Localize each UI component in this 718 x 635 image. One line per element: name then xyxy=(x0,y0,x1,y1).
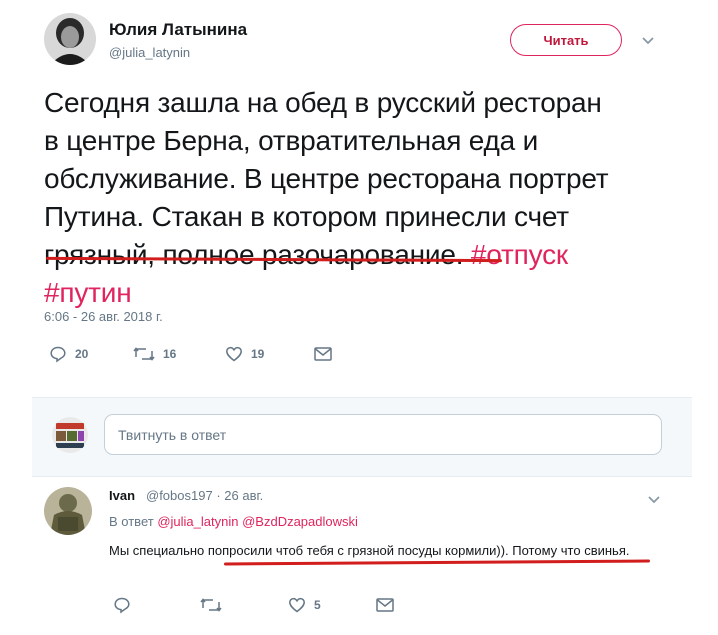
annotation-underline xyxy=(223,559,651,566)
heart-icon xyxy=(289,597,305,613)
current-user-avatar[interactable] xyxy=(52,417,88,453)
retweet-button[interactable]: 16 xyxy=(133,345,176,363)
retweet-count: 16 xyxy=(163,347,177,361)
envelope-icon xyxy=(314,347,332,361)
direct-message-button[interactable] xyxy=(313,345,341,363)
retweet-icon xyxy=(200,598,222,612)
reply-to-prefix: В ответ xyxy=(109,514,154,529)
reply-icon xyxy=(50,346,66,363)
reply-count: 20 xyxy=(75,347,89,361)
like-count: 19 xyxy=(251,347,265,361)
author-avatar[interactable] xyxy=(44,13,96,65)
reply-input[interactable]: Твитнуть в ответ xyxy=(104,414,662,455)
author-handle[interactable]: @julia_latynin xyxy=(109,45,190,60)
comment-text: Мы специально попросили чтоб тебя с гряз… xyxy=(109,543,630,558)
envelope-icon xyxy=(376,598,394,612)
author-name[interactable]: Юлия Латынина xyxy=(109,20,247,40)
tweet-text-line: грязный, полное разочарование. xyxy=(44,239,464,270)
hashtag-link[interactable]: #путин xyxy=(44,277,132,308)
tweet-text-line: Путина. Стакан в котором принесли счет xyxy=(44,201,569,232)
tweet-timestamp[interactable]: 6:06 - 26 авг. 2018 г. xyxy=(44,309,163,324)
comment-reply-button[interactable] xyxy=(113,596,139,614)
comment-like-button[interactable]: 5 xyxy=(288,596,321,614)
comment-retweet-button[interactable] xyxy=(200,596,230,614)
reply-icon xyxy=(114,597,130,614)
tweet-text-line: в центре Берна, отвратительная еда и xyxy=(44,125,539,156)
mention-link[interactable]: @julia_latynin xyxy=(157,514,238,529)
chevron-down-icon[interactable] xyxy=(645,490,663,508)
divider xyxy=(32,476,692,477)
follow-button[interactable]: Читать xyxy=(510,24,622,56)
commenter-handle[interactable]: @fobos197 xyxy=(146,488,213,503)
comment-like-count: 5 xyxy=(314,598,321,612)
commenter-name[interactable]: Ivan xyxy=(109,488,135,503)
chevron-down-icon[interactable] xyxy=(638,30,658,50)
heart-icon xyxy=(226,346,242,362)
comment-direct-message-button[interactable] xyxy=(375,596,403,614)
tweet-text: Сегодня зашла на обед в русский ресторан… xyxy=(44,84,684,312)
hashtag-link[interactable]: #отпуск xyxy=(471,239,568,270)
reply-to-line: В ответ @julia_latynin @BzdDzapadlowski xyxy=(109,514,358,529)
reply-button[interactable]: 20 xyxy=(49,345,88,363)
like-button[interactable]: 19 xyxy=(225,345,264,363)
retweet-icon xyxy=(133,347,155,361)
commenter-handle-date[interactable]: @fobos197 · 26 авг. xyxy=(146,488,263,503)
tweet-text-line: обслуживание. В центре ресторана портрет xyxy=(44,163,609,194)
commenter-avatar[interactable] xyxy=(44,487,92,535)
tweet-text-line: Сегодня зашла на обед в русский ресторан xyxy=(44,87,602,118)
mention-link[interactable]: @BzdDzapadlowski xyxy=(242,514,358,529)
comment-date[interactable]: · 26 авг. xyxy=(216,488,263,503)
